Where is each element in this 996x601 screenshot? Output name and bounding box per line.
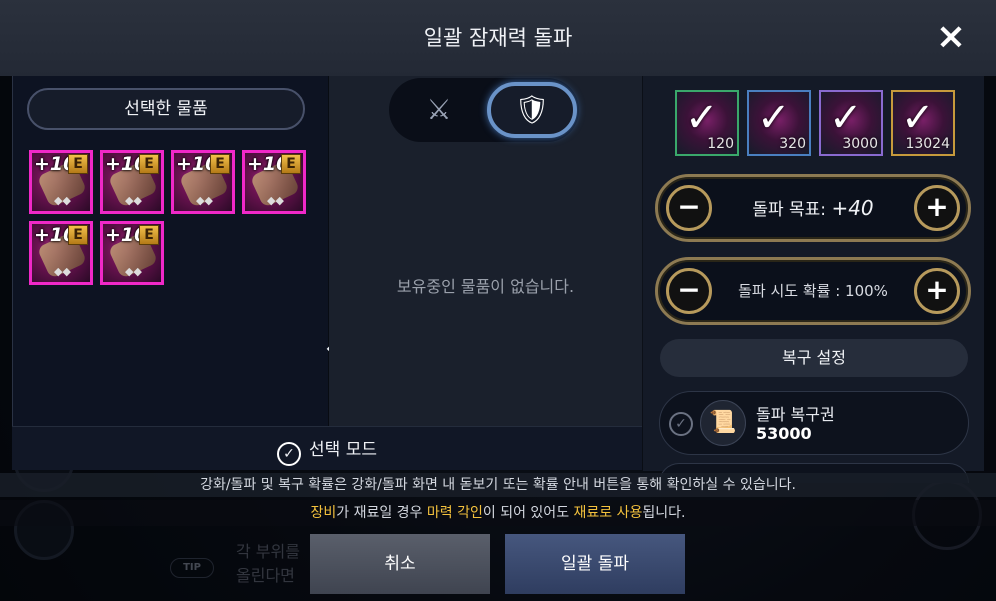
selected-items-panel: 선택한 물품 +10 E ◆◆ +10 E ◆◆ +10 E ◆◆ +10 E … (12, 76, 348, 426)
grade-badge: E (139, 225, 159, 245)
attempt-chance-label: 돌파 시도 확률 : 100% (738, 282, 888, 300)
material-slot[interactable]: ✓ 320 (747, 90, 811, 156)
bulk-breakthrough-button[interactable]: 일괄 돌파 (505, 534, 685, 594)
selection-mode-toggle[interactable]: ✓ 선택 모드 (12, 435, 642, 466)
inventory-panel: ⚔ 🛡 보유중인 물품이 없습니다. (329, 76, 642, 426)
checkmark-icon: ✓ (757, 95, 791, 141)
material-notice: 장비가 재료일 경우 마력 각인이 되어 있어도 재료로 사용됩니다. (0, 500, 996, 526)
checkmark-icon: ✓ (901, 95, 935, 141)
empty-inventory-message: 보유중인 물품이 없습니다. (396, 277, 575, 296)
target-level-label: 돌파 목표: +40 (752, 196, 874, 220)
selected-item[interactable]: +10 E ◆◆ (29, 150, 93, 214)
checkmark-icon: ✓ (829, 95, 863, 141)
cancel-button[interactable]: 취소 (310, 534, 490, 594)
checkmark-icon: ✓ (277, 442, 302, 466)
checkmark-icon: ✓ (685, 95, 719, 141)
gem-icon: ◆◆ (267, 194, 284, 207)
selected-item[interactable]: +10 E ◆◆ (100, 221, 164, 285)
increase-target-button[interactable]: + (914, 185, 960, 231)
decrease-target-button[interactable]: − (666, 185, 712, 231)
grade-badge: E (68, 225, 88, 245)
selected-item[interactable]: +10 E ◆◆ (242, 150, 306, 214)
material-slot[interactable]: ✓ 13024 (891, 90, 955, 156)
close-icon[interactable]: × (930, 16, 972, 58)
target-level-stepper: − 돌파 목표: +40 + (655, 174, 971, 242)
voucher-count: 53000 (756, 424, 812, 443)
gem-icon: ◆◆ (125, 265, 142, 278)
decrease-chance-button[interactable]: − (666, 268, 712, 314)
grade-badge: E (210, 154, 230, 174)
checkbox-icon[interactable]: ✓ (669, 412, 693, 436)
selected-items-header: 선택한 물품 (27, 88, 305, 130)
material-slot[interactable]: ✓ 120 (675, 90, 739, 156)
selected-item[interactable]: +10 E ◆◆ (100, 150, 164, 214)
voucher-name: 돌파 복구권 (756, 405, 835, 424)
grade-badge: E (68, 154, 88, 174)
gem-icon: ◆◆ (54, 265, 71, 278)
armor-tab-icon[interactable]: 🛡 (487, 82, 577, 138)
scroll-icon: 📜 (700, 400, 746, 446)
selected-item[interactable]: +10 E ◆◆ (171, 150, 235, 214)
breakthrough-settings-panel: ✓ 120 ✓ 320 ✓ 3000 ✓ 13024 − 돌파 목표: +40 … (643, 76, 984, 483)
equipment-type-toggle: ⚔ 🛡 (389, 78, 579, 142)
target-level-value: +40 (831, 196, 874, 220)
increase-chance-button[interactable]: + (914, 268, 960, 314)
grade-badge: E (281, 154, 301, 174)
selected-item[interactable]: +10 E ◆◆ (29, 221, 93, 285)
gem-icon: ◆◆ (196, 194, 213, 207)
recovery-settings-header: 복구 설정 (660, 339, 968, 377)
dialog-title: 일괄 잠재력 돌파 (423, 26, 573, 50)
material-slots: ✓ 120 ✓ 320 ✓ 3000 ✓ 13024 (675, 90, 955, 156)
weapon-tab-icon[interactable]: ⚔ (401, 84, 477, 136)
probability-notice: 강화/돌파 및 복구 확률은 강화/돌파 화면 내 돋보기 또는 확률 안내 버… (0, 473, 996, 497)
bulk-breakthrough-dialog: 일괄 잠재력 돌파 × 선택한 물품 +10 E ◆◆ +10 E ◆◆ +10… (0, 0, 996, 601)
title-bar: 일괄 잠재력 돌파 × (0, 0, 996, 76)
attempt-chance-stepper: − 돌파 시도 확률 : 100% + (655, 257, 971, 325)
material-slot[interactable]: ✓ 3000 (819, 90, 883, 156)
selection-mode-bar: ✓ 선택 모드 (12, 426, 642, 470)
grade-badge: E (139, 154, 159, 174)
recovery-voucher-option[interactable]: ✓ 📜 돌파 복구권 53000 (659, 391, 969, 455)
gem-icon: ◆◆ (125, 194, 142, 207)
gem-icon: ◆◆ (54, 194, 71, 207)
